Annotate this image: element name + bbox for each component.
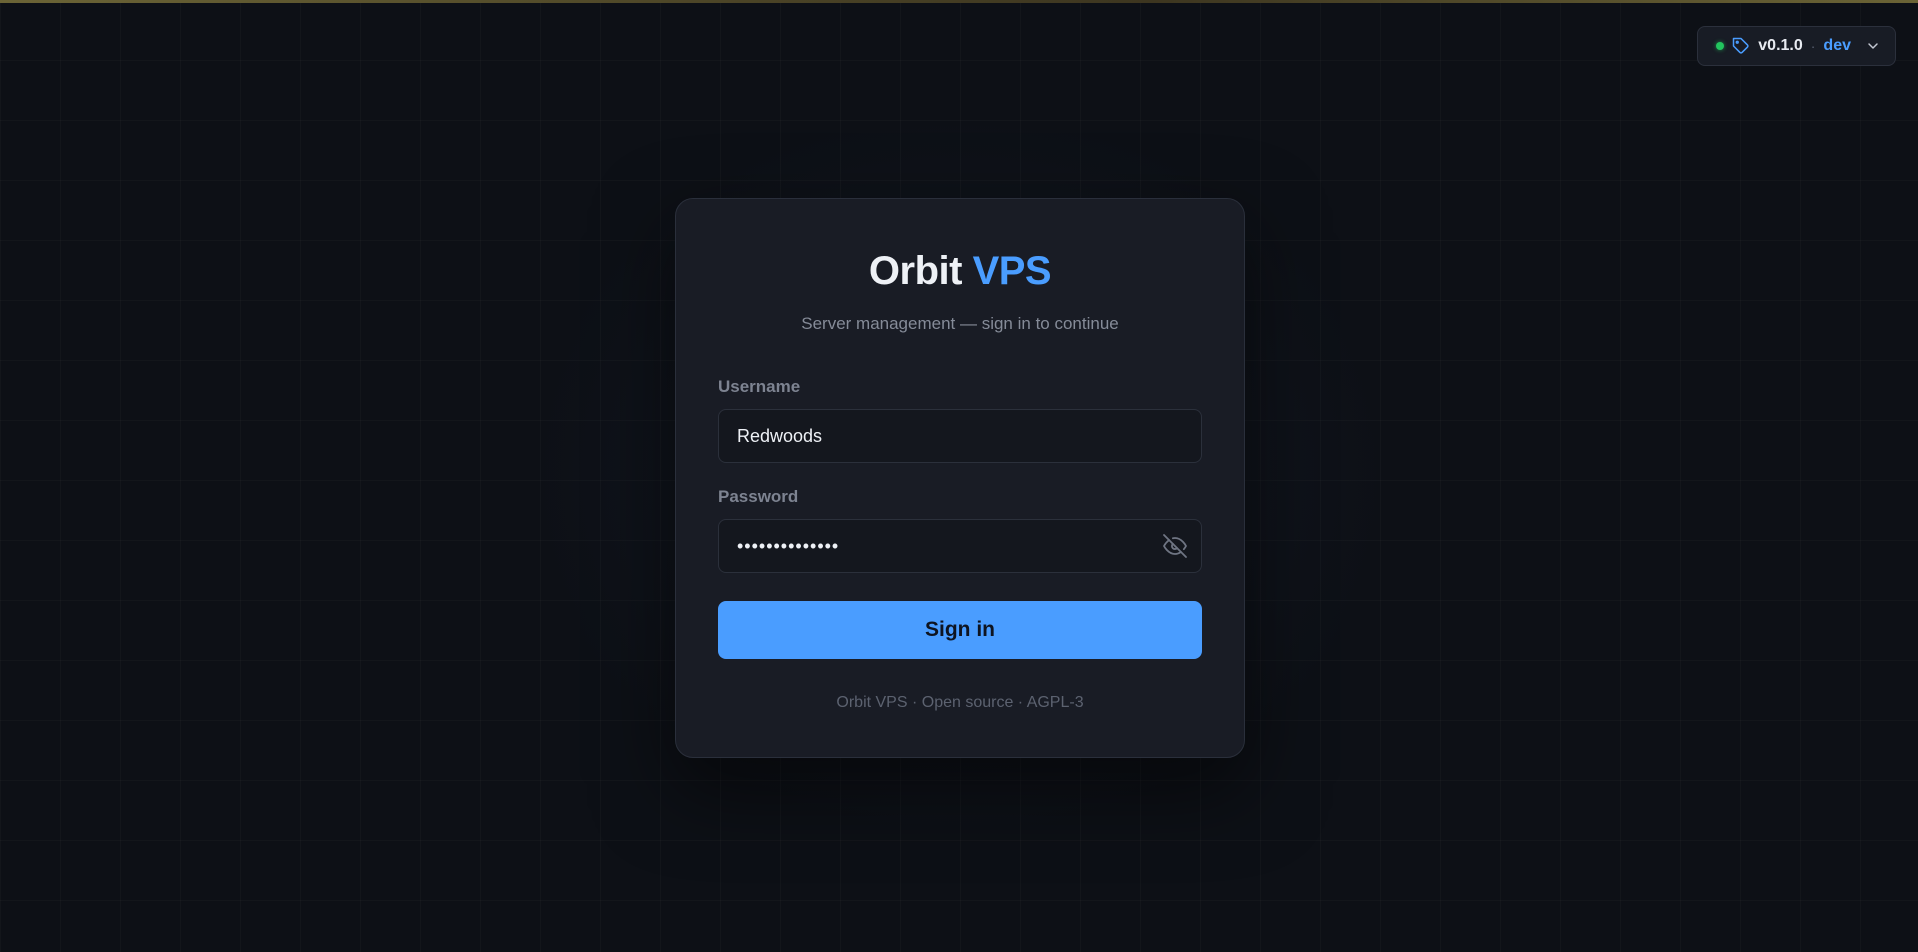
password-label: Password bbox=[718, 487, 799, 506]
brand-accent: VPS bbox=[972, 249, 1052, 293]
username-input[interactable] bbox=[718, 409, 1202, 463]
version-number: v0.1.0 bbox=[1758, 37, 1803, 54]
top-accent-strip bbox=[0, 0, 1918, 3]
sign-in-button[interactable]: Sign in bbox=[718, 601, 1202, 659]
brand-name: Orbit bbox=[868, 249, 963, 293]
chevron-down-icon[interactable] bbox=[1865, 38, 1881, 54]
login-card: Orbit VPS Server management — sign in to… bbox=[675, 198, 1245, 758]
brand-title: Orbit VPS bbox=[676, 249, 1244, 294]
tag-icon bbox=[1732, 37, 1750, 55]
username-label: Username bbox=[718, 377, 801, 396]
card-footer: Orbit VPS · Open source · AGPL-3 bbox=[836, 694, 1084, 711]
status-dot bbox=[1716, 42, 1725, 50]
password-field bbox=[718, 519, 1202, 573]
environment-label: dev bbox=[1823, 37, 1851, 54]
eye-off-icon[interactable] bbox=[1162, 533, 1188, 559]
version-badge[interactable]: v0.1.0 · dev bbox=[1697, 26, 1896, 66]
separator: · bbox=[1810, 38, 1816, 54]
login-subtitle: Server management — sign in to continue bbox=[801, 314, 1119, 333]
password-input[interactable] bbox=[718, 519, 1202, 573]
